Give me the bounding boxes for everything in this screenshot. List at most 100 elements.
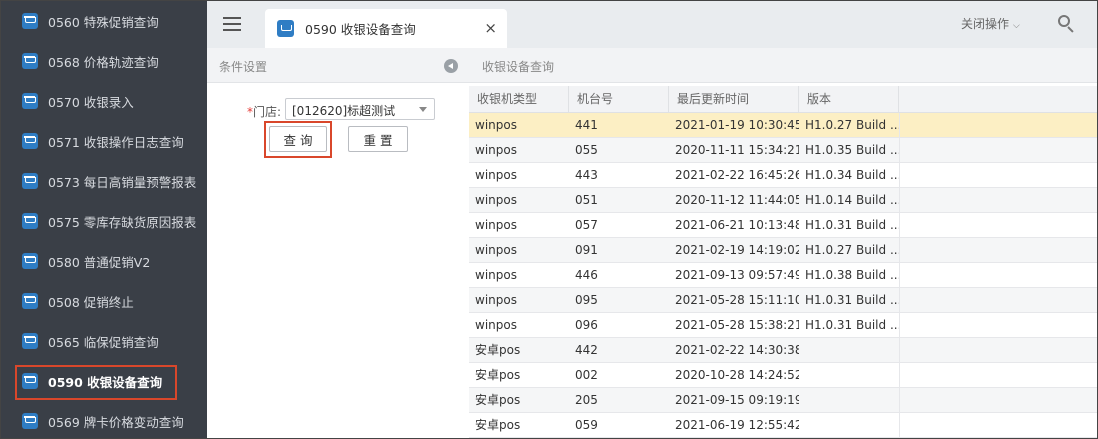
sidebar-item-0560[interactable]: 0560 特殊促销查询 — [1, 1, 207, 41]
table-row[interactable]: winpos 441 2021-01-19 10:30:45 H1.0.27 Buil… — [469, 113, 1097, 138]
table-cell: 051 — [575, 193, 598, 207]
sidebar-item-0570[interactable]: 0570 收银录入 — [1, 81, 207, 121]
sidebar-item-0508[interactable]: 0508 促销终止 — [1, 281, 207, 321]
table-cell: winpos — [475, 243, 517, 257]
table-cell: 安卓pos — [475, 393, 521, 407]
column-header-updated[interactable]: 最后更新时间 — [669, 86, 799, 113]
sidebar-item-0580[interactable]: 0580 普通促销V2 — [1, 241, 207, 281]
panel-title: 收银设备查询 — [482, 60, 555, 74]
table-cell: H1.0.35 Build ... — [805, 143, 899, 157]
result-panel-header: 收银设备查询 — [469, 48, 1097, 83]
table-cell: 442 — [575, 343, 598, 357]
table-row[interactable]: 安卓pos 442 2021-02-22 14:30:38 — [469, 338, 1097, 363]
table-cell: 096 — [575, 318, 598, 332]
cart-icon — [22, 253, 38, 269]
table-cell: 2021-02-19 14:19:02 — [675, 243, 799, 257]
table-cell: 095 — [575, 293, 598, 307]
table-cell: 2021-09-15 09:19:19 — [675, 393, 799, 407]
table-cell: H1.0.31 Build ... — [805, 218, 899, 232]
table-cell: winpos — [475, 143, 517, 157]
table-row[interactable]: winpos 091 2021-02-19 14:19:02 H1.0.27 Buil… — [469, 238, 1097, 263]
table-row[interactable]: winpos 446 2021-09-13 09:57:49 H1.0.38 Buil… — [469, 263, 1097, 288]
table-cell — [799, 363, 899, 388]
table-cell: 446 — [575, 268, 598, 282]
cart-icon — [22, 133, 38, 149]
table-cell: 2021-02-22 16:45:26 — [675, 168, 799, 182]
table-cell: winpos — [475, 268, 517, 282]
table-row[interactable]: winpos 443 2021-02-22 16:45:26 H1.0.34 Buil… — [469, 163, 1097, 188]
device-table: 收银机类型 机台号 最后更新时间 版本 winpos 441 2021-01-19 … — [469, 86, 1097, 438]
table-cell: 059 — [575, 418, 598, 432]
table-header: 收银机类型 机台号 最后更新时间 版本 — [469, 86, 1097, 113]
sidebar-item-label: 0565 临保促销查询 — [48, 334, 159, 350]
sidebar-item-label: 0580 普通促销V2 — [48, 254, 151, 270]
sidebar-item-label: 0573 每日高销量预警报表 — [48, 174, 197, 190]
chevron-down-icon: ⌵ — [1013, 21, 1020, 31]
close-operations-label: 关闭操作 — [961, 17, 1010, 31]
cart-icon — [22, 173, 38, 189]
sidebar-item-label: 0570 收银录入 — [48, 94, 134, 110]
table-cell: 2021-02-22 14:30:38 — [675, 343, 799, 357]
table-cell: 安卓pos — [475, 418, 521, 432]
cart-icon — [22, 93, 38, 109]
column-header-terminal[interactable]: 机台号 — [569, 86, 669, 113]
table-cell: 2021-06-21 10:13:48 — [675, 218, 799, 232]
sidebar-item-0573[interactable]: 0573 每日高销量预警报表 — [1, 161, 207, 201]
sidebar-item-label: 0569 牌卡价格变动查询 — [48, 414, 184, 430]
table-cell: 安卓pos — [475, 343, 521, 357]
sidebar-item-0569[interactable]: 0569 牌卡价格变动查询 — [1, 401, 207, 438]
close-icon[interactable]: × — [484, 19, 497, 37]
table-row[interactable]: 安卓pos 002 2020-10-28 14:24:52 — [469, 363, 1097, 388]
table-cell: H1.0.31 Build ... — [805, 293, 899, 307]
menu-icon[interactable] — [223, 17, 241, 31]
table-cell — [799, 338, 899, 363]
table-cell: H1.0.31 Build ... — [805, 318, 899, 332]
table-row[interactable]: winpos 096 2021-05-28 15:38:21 H1.0.31 Buil… — [469, 313, 1097, 338]
column-header-type[interactable]: 收银机类型 — [469, 86, 569, 113]
tab-0590[interactable]: 0590 收银设备查询 × — [265, 9, 507, 48]
sidebar-item-label: 0575 零库存缺货原因报表 — [48, 214, 197, 230]
table-cell: 安卓pos — [475, 368, 521, 382]
sidebar-item-0571[interactable]: 0571 收银操作日志查询 — [1, 121, 207, 161]
cart-icon — [22, 333, 38, 349]
sidebar-item-0568[interactable]: 0568 价格轨迹查询 — [1, 41, 207, 81]
table-row[interactable]: 安卓pos 205 2021-09-15 09:19:19 — [469, 388, 1097, 413]
store-label: *门店: — [247, 105, 282, 119]
search-icon[interactable] — [1057, 14, 1075, 33]
table-cell: H1.0.14 Build ... — [805, 193, 899, 207]
cart-icon — [22, 13, 38, 29]
table-cell: H1.0.38 Build ... — [805, 268, 899, 282]
table-cell: 2021-05-28 15:38:21 — [675, 318, 799, 332]
collapse-left-icon[interactable] — [444, 59, 458, 73]
table-row[interactable]: winpos 055 2020-11-11 15:34:21 H1.0.35 Buil… — [469, 138, 1097, 163]
table-cell: 2020-10-28 14:24:52 — [675, 368, 799, 382]
table-row[interactable]: winpos 051 2020-11-12 11:44:05 H1.0.14 Buil… — [469, 188, 1097, 213]
table-cell: winpos — [475, 193, 517, 207]
table-cell — [799, 413, 899, 438]
panel-title: 条件设置 — [219, 60, 268, 74]
close-operations-dropdown[interactable]: 关闭操作 ⌵ — [961, 15, 1020, 32]
table-row[interactable]: winpos 095 2021-05-28 15:11:10 H1.0.31 Buil… — [469, 288, 1097, 313]
table-cell — [799, 388, 899, 413]
sidebar-item-0590[interactable]: 0590 收银设备查询 — [1, 361, 207, 401]
table-cell: 441 — [575, 118, 598, 132]
column-header-version[interactable]: 版本 — [799, 86, 899, 113]
sidebar-item-label: 0508 促销终止 — [48, 294, 134, 310]
table-cell: H1.0.27 Build ... — [805, 118, 899, 132]
table-cell: 2020-11-12 11:44:05 — [675, 193, 799, 207]
sidebar-item-0565[interactable]: 0565 临保促销查询 — [1, 321, 207, 361]
store-select[interactable]: [012620]标超测试 — [285, 98, 435, 120]
table-cell: winpos — [475, 118, 517, 132]
topbar: 0590 收银设备查询 × 关闭操作 ⌵ — [207, 1, 1097, 48]
query-button[interactable]: 查询 — [269, 126, 327, 152]
table-row[interactable]: winpos 057 2021-06-21 10:13:48 H1.0.31 Buil… — [469, 213, 1097, 238]
reset-button[interactable]: 重置 — [348, 126, 408, 152]
table-cell: winpos — [475, 168, 517, 182]
table-cell: 002 — [575, 368, 598, 382]
table-row[interactable]: 安卓pos 059 2021-06-19 12:55:42 — [469, 413, 1097, 438]
table-cell: 2021-01-19 10:30:45 — [675, 118, 799, 132]
sidebar-item-0575[interactable]: 0575 零库存缺货原因报表 — [1, 201, 207, 241]
table-cell: 2021-06-19 12:55:42 — [675, 418, 799, 432]
sidebar: 0560 特殊促销查询 0568 价格轨迹查询 0570 收银录入 0571 收… — [1, 1, 207, 438]
table-cell: H1.0.27 Build ... — [805, 243, 899, 257]
